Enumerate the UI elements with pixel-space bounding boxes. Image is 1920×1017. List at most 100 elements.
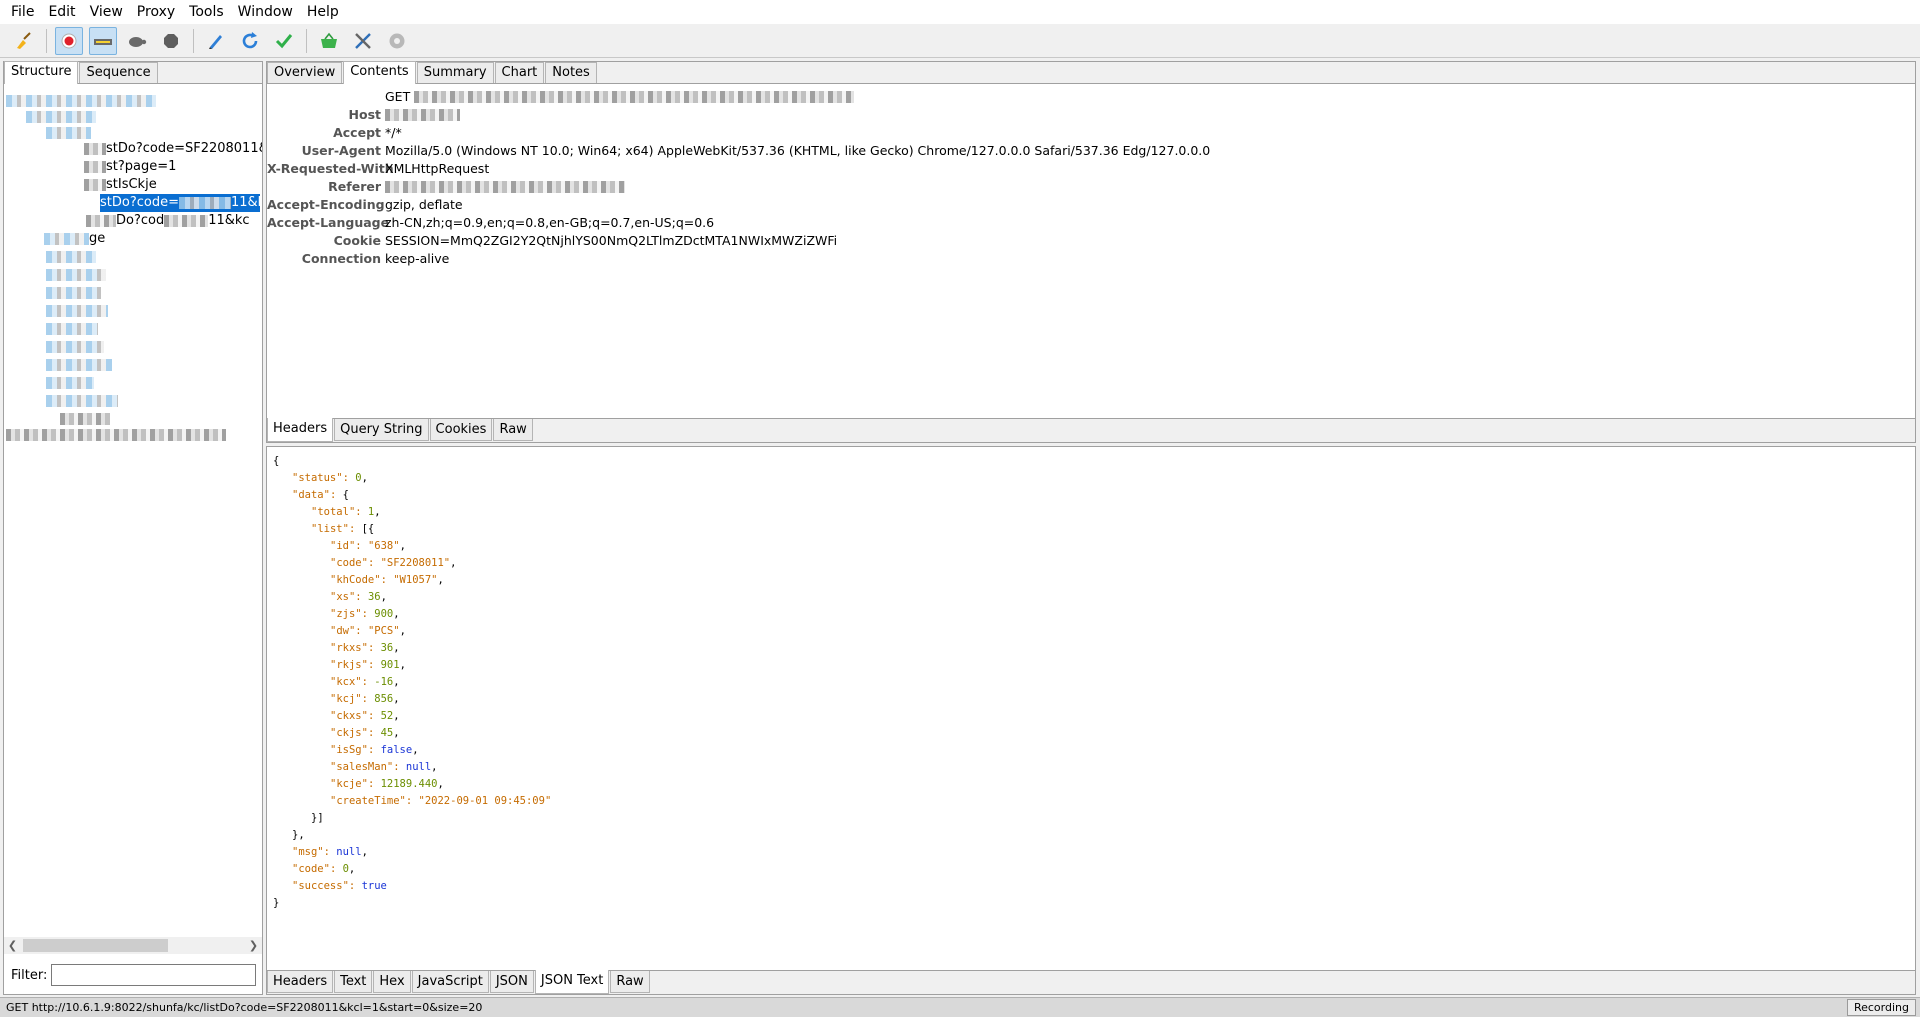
subtab-json[interactable]: JSON xyxy=(489,971,534,993)
subtab-text[interactable]: Text xyxy=(334,971,373,993)
header-row: User-Agent Mozilla/5.0 (Windows NT 10.0; … xyxy=(267,142,1915,160)
json-text-view[interactable]: {"status": 0, "data": {"total": 1, "list":… xyxy=(273,453,551,912)
tree-item-label: ge xyxy=(89,231,106,246)
tree-horizontal-scrollbar[interactable]: ❮ ❯ xyxy=(4,937,262,954)
settings-icon[interactable] xyxy=(383,27,411,55)
filter-input[interactable] xyxy=(51,964,257,986)
tree-item[interactable]: ge xyxy=(44,230,105,248)
tab-overview[interactable]: Overview xyxy=(267,62,343,83)
json-value: 52 xyxy=(380,710,394,722)
subtab-headers[interactable]: Headers xyxy=(267,418,334,442)
scroll-left-icon[interactable]: ❮ xyxy=(4,939,21,952)
tree-folder-node[interactable] xyxy=(46,266,106,284)
record-icon[interactable] xyxy=(55,26,83,55)
stop-icon[interactable] xyxy=(157,27,185,55)
json-key: createTime xyxy=(336,795,400,807)
tree-folder-node[interactable] xyxy=(46,320,98,338)
tree-item[interactable]: stDo?code=SF2208011&kc xyxy=(84,140,262,158)
json-line: "khCode": "W1057", xyxy=(330,574,444,586)
json-value: "W1057" xyxy=(393,574,438,586)
tree-folder-node[interactable] xyxy=(46,374,94,392)
scroll-thumb[interactable] xyxy=(23,939,168,952)
request-line: GET xyxy=(267,88,1915,106)
json-line: "id": "638", xyxy=(330,540,406,552)
subtab-json-text[interactable]: JSON Text xyxy=(534,970,610,994)
basket-icon[interactable] xyxy=(315,27,343,55)
json-line: "code": 0, xyxy=(292,863,356,875)
subtab-raw[interactable]: Raw xyxy=(493,419,533,441)
left-tabs: Structure Sequence xyxy=(4,61,262,84)
tree-folder-node[interactable] xyxy=(46,356,112,374)
json-key: code xyxy=(298,863,324,875)
recording-indicator[interactable]: Recording xyxy=(1846,999,1916,1016)
scroll-right-icon[interactable]: ❯ xyxy=(245,939,262,952)
menu-tools[interactable]: Tools xyxy=(182,0,231,24)
subtab-query-string[interactable]: Query String xyxy=(334,419,429,441)
json-key: rkxs xyxy=(336,642,362,654)
tab-notes[interactable]: Notes xyxy=(545,62,597,83)
json-key: kcje xyxy=(336,778,362,790)
request-subtabs: Headers Query String Cookies Raw xyxy=(267,418,1915,442)
json-value: null xyxy=(405,761,432,773)
menu-file[interactable]: File xyxy=(4,0,41,24)
tab-structure[interactable]: Structure xyxy=(4,61,79,84)
header-value: SESSION=MmQ2ZGI2Y2QtNjhlYS00NmQ2LTlmZDct… xyxy=(385,233,838,248)
tree-item-label: 11&kc xyxy=(208,213,250,228)
scroll-track[interactable] xyxy=(21,938,245,953)
tab-contents[interactable]: Contents xyxy=(343,61,416,84)
menu-view[interactable]: View xyxy=(83,0,130,24)
subtab-javascript[interactable]: JavaScript xyxy=(411,971,489,993)
menu-window[interactable]: Window xyxy=(231,0,300,24)
json-line: "msg": null, xyxy=(292,846,368,858)
tree-host-node[interactable] xyxy=(6,426,226,444)
check-icon[interactable] xyxy=(270,27,298,55)
json-value: 45 xyxy=(380,727,394,739)
throttle-icon[interactable] xyxy=(89,26,117,55)
broom-icon[interactable] xyxy=(10,27,38,55)
json-value: 901 xyxy=(380,659,400,671)
tree-item-label: st?page=1 xyxy=(106,159,177,174)
tree-item[interactable]: Do?cod 11&kc xyxy=(86,212,250,230)
header-key: Accept xyxy=(333,125,381,140)
subtab-headers[interactable]: Headers xyxy=(267,971,334,993)
turtle-icon[interactable] xyxy=(123,27,151,55)
tree-folder-node[interactable] xyxy=(46,392,118,410)
tree-item[interactable]: stIsCkje xyxy=(84,176,157,194)
header-row: Referer xyxy=(267,178,1915,196)
tree-folder-node[interactable] xyxy=(46,248,96,266)
subtab-hex[interactable]: Hex xyxy=(373,971,411,993)
subtab-raw[interactable]: Raw xyxy=(610,971,650,993)
request-panel: Overview Contents Summary Chart Notes GE… xyxy=(266,61,1916,443)
tree-folder-node[interactable] xyxy=(46,338,104,356)
tools-icon[interactable] xyxy=(349,27,377,55)
tab-summary[interactable]: Summary xyxy=(416,62,494,83)
menu-edit[interactable]: Edit xyxy=(41,0,82,24)
json-key: ckjs xyxy=(336,727,362,739)
tree-item-label: Do?cod xyxy=(116,213,165,228)
json-value: 12189.440 xyxy=(380,778,438,790)
tab-chart[interactable]: Chart xyxy=(494,62,545,83)
redacted-value xyxy=(385,181,625,193)
subtab-cookies[interactable]: Cookies xyxy=(429,419,493,441)
header-row: Connection keep-alive xyxy=(267,250,1915,268)
json-key: khCode xyxy=(336,574,375,586)
json-line: "kcx": -16, xyxy=(330,676,400,688)
tree-item-selected[interactable]: stDo?code= 11&kc xyxy=(100,194,262,212)
toolbar-separator xyxy=(193,28,194,53)
tree-folder-node[interactable] xyxy=(46,284,101,302)
menu-proxy[interactable]: Proxy xyxy=(130,0,182,24)
tree-item-label: stDo?code= xyxy=(100,195,179,210)
json-value: null xyxy=(336,846,362,858)
json-key: success xyxy=(298,880,343,892)
json-line: "isSg": false, xyxy=(330,744,419,756)
json-line: "kcje": 12189.440, xyxy=(330,778,444,790)
refresh-icon[interactable] xyxy=(236,27,264,55)
menu-help[interactable]: Help xyxy=(300,0,346,24)
json-line: "status": 0, xyxy=(292,472,368,484)
tab-sequence[interactable]: Sequence xyxy=(79,62,158,83)
tree-folder-node[interactable] xyxy=(46,302,108,320)
json-line: "dw": "PCS", xyxy=(330,625,406,637)
pen-icon[interactable] xyxy=(202,27,230,55)
tree-item[interactable]: st?page=1 xyxy=(84,158,176,176)
header-row: X-Requested-With XMLHttpRequest xyxy=(267,160,1915,178)
